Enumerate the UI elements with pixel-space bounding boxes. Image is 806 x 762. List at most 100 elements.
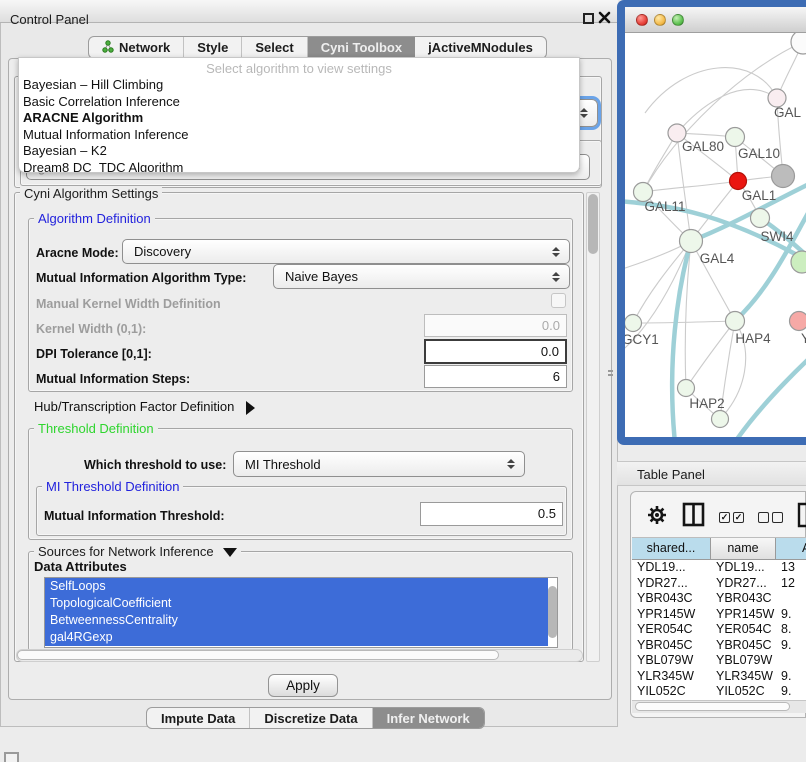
table-row[interactable]: YBR045CYBR045C9. [632, 638, 806, 654]
attribute-item[interactable]: TopologicalCoefficient [45, 595, 548, 612]
tab-impute-data[interactable]: Impute Data [147, 708, 250, 728]
gear-icon[interactable] [646, 504, 668, 531]
mi-steps-label: Mutual Information Steps: [36, 372, 190, 386]
zoom-traffic-light[interactable] [672, 14, 684, 26]
table-cell: YBR045C [632, 638, 711, 654]
table-cell: YPR145W [711, 607, 776, 623]
aracne-mode-label: Aracne Mode: [36, 246, 119, 260]
settings-scrollbar-track[interactable] [586, 192, 600, 662]
network-canvas[interactable]: GALGAL80GAL10GAL1GAL11SWI4GAL4GCY1HAP4YH… [625, 33, 806, 437]
table-cell: YBR043C [632, 591, 711, 607]
deselect-all-checkboxes-icon[interactable] [758, 512, 783, 523]
control-panel-tabbar: Network Style Select Cyni Toolbox jActiv… [88, 36, 547, 59]
network-view-titlebar[interactable] [625, 7, 806, 33]
algorithm-option[interactable]: Bayesian – K2 [19, 143, 579, 160]
algorithm-option[interactable]: ARACNE Algorithm [19, 110, 579, 127]
table-row[interactable]: YBR043CYBR043C [632, 591, 806, 607]
tab-infer-network[interactable]: Infer Network [373, 708, 484, 728]
table-row[interactable]: YPR145WYPR145W9. [632, 607, 806, 623]
table-cell [776, 653, 806, 669]
algorithm-option[interactable]: Bayesian – Hill Climbing [19, 77, 579, 94]
tab-jactivemnodules[interactable]: jActiveMNodules [415, 37, 546, 58]
docked-panel-icon[interactable] [4, 752, 19, 762]
aracne-mode-combo[interactable]: Discovery [122, 239, 570, 264]
settings-scrollbar-thumb[interactable] [588, 194, 598, 254]
mi-steps-field[interactable]: 6 [424, 365, 567, 388]
table-row[interactable]: YDL19...YDL19...13 [632, 560, 806, 576]
tab-network[interactable]: Network [89, 37, 184, 58]
data-attributes-list[interactable]: SelfLoopsTopologicalCoefficientBetweenne… [44, 577, 558, 648]
algorithm-option[interactable]: Mutual Information Inference [19, 127, 579, 144]
columns-icon[interactable] [682, 502, 705, 532]
manual-kernel-width-checkbox[interactable] [551, 293, 566, 308]
node-label: HAP2 [689, 396, 724, 411]
tab-cyni-toolbox[interactable]: Cyni Toolbox [308, 37, 415, 58]
mi-algorithm-type-combo[interactable]: Naive Bayes [273, 264, 570, 289]
table-row[interactable]: YBL079WYBL079W [632, 653, 806, 669]
settings-hscrollbar-thumb[interactable] [17, 650, 499, 660]
node-label: SWI4 [760, 229, 793, 244]
tab-discretize-data[interactable]: Discretize Data [250, 708, 372, 728]
node-label: GAL4 [700, 251, 735, 266]
table-cell: YBR045C [711, 638, 776, 654]
sources-title[interactable]: Sources for Network Inference [34, 544, 241, 559]
table-panel-title: Table Panel [637, 467, 705, 482]
network-node-gal10[interactable] [726, 128, 745, 147]
minimize-traffic-light[interactable] [654, 14, 666, 26]
column-header-name[interactable]: name [711, 538, 776, 560]
node-label: Y [801, 331, 806, 346]
threshold-definition-title: Threshold Definition [34, 421, 158, 436]
dpi-tolerance-field[interactable]: 0.0 [424, 339, 567, 364]
splitter-grip[interactable] [607, 368, 614, 377]
new-table-icon[interactable] [797, 502, 806, 533]
table-row[interactable]: YLR345WYLR345W9. [632, 669, 806, 685]
hub-definition-toggle[interactable]: Hub/Transcription Factor Definition [34, 399, 255, 415]
table-row[interactable]: YIL052CYIL052C9. [632, 684, 806, 700]
network-node-gal1[interactable] [730, 173, 747, 190]
algorithm-option[interactable]: Basic Correlation Inference [19, 94, 579, 111]
network-node-hap2[interactable] [678, 380, 695, 397]
tab-select[interactable]: Select [242, 37, 307, 58]
column-header-partial[interactable]: A [776, 538, 806, 560]
table-cell: YDL19... [711, 560, 776, 576]
apply-button[interactable]: Apply [268, 674, 338, 697]
table-row[interactable]: YER054CYER054C8. [632, 622, 806, 638]
network-edge [733, 353, 806, 437]
algorithm-option[interactable]: Dream8 DC_TDC Algorithm [19, 160, 579, 174]
network-node-swi4[interactable] [751, 209, 770, 228]
node-label: GCY1 [625, 332, 659, 347]
table-hscrollbar-thumb[interactable] [635, 702, 790, 711]
cyni-algorithm-settings-title: Cyni Algorithm Settings [20, 186, 162, 201]
tab-style[interactable]: Style [184, 37, 242, 58]
table-cell: YPR145W [632, 607, 711, 623]
kernel-width-field[interactable]: 0.0 [424, 314, 567, 337]
close-icon[interactable] [598, 11, 611, 24]
network-node[interactable] [791, 33, 806, 54]
attribute-item[interactable]: SelfLoops [45, 578, 548, 595]
float-window-icon[interactable] [583, 13, 594, 24]
table-cell: YER054C [632, 622, 711, 638]
mi-threshold-field[interactable]: 0.5 [420, 502, 563, 526]
table-cell: YBL079W [711, 653, 776, 669]
network-node[interactable] [712, 411, 729, 428]
network-node-hap4[interactable] [726, 312, 745, 331]
mi-algorithm-type-label: Mutual Information Algorithm Type: [36, 271, 246, 285]
node-table[interactable]: shared... name A YDL19...YDL19...13YDR27… [632, 537, 806, 701]
network-node-gal4[interactable] [680, 230, 703, 253]
which-threshold-combo[interactable]: MI Threshold [233, 451, 525, 477]
attribute-item[interactable]: gal4RGexp [45, 629, 548, 646]
table-row[interactable]: YDR27...YDR27...12 [632, 576, 806, 592]
attributes-scrollbar-thumb[interactable] [548, 586, 557, 638]
table-cell: YDL19... [632, 560, 711, 576]
attribute-item[interactable]: BetweennessCentrality [45, 612, 548, 629]
expanded-arrow-icon [223, 548, 237, 557]
network-node-gcy1[interactable] [625, 315, 642, 332]
select-all-checkboxes-icon[interactable]: ✓ ✓ [719, 512, 744, 523]
table-cell [776, 591, 806, 607]
network-node[interactable] [772, 165, 795, 188]
close-traffic-light[interactable] [636, 14, 648, 26]
column-header-shared-name[interactable]: shared... [632, 538, 711, 560]
checked-box-icon: ✓ [719, 512, 730, 523]
network-node-y[interactable] [790, 312, 806, 331]
control-panel-titlebar [0, 0, 618, 23]
